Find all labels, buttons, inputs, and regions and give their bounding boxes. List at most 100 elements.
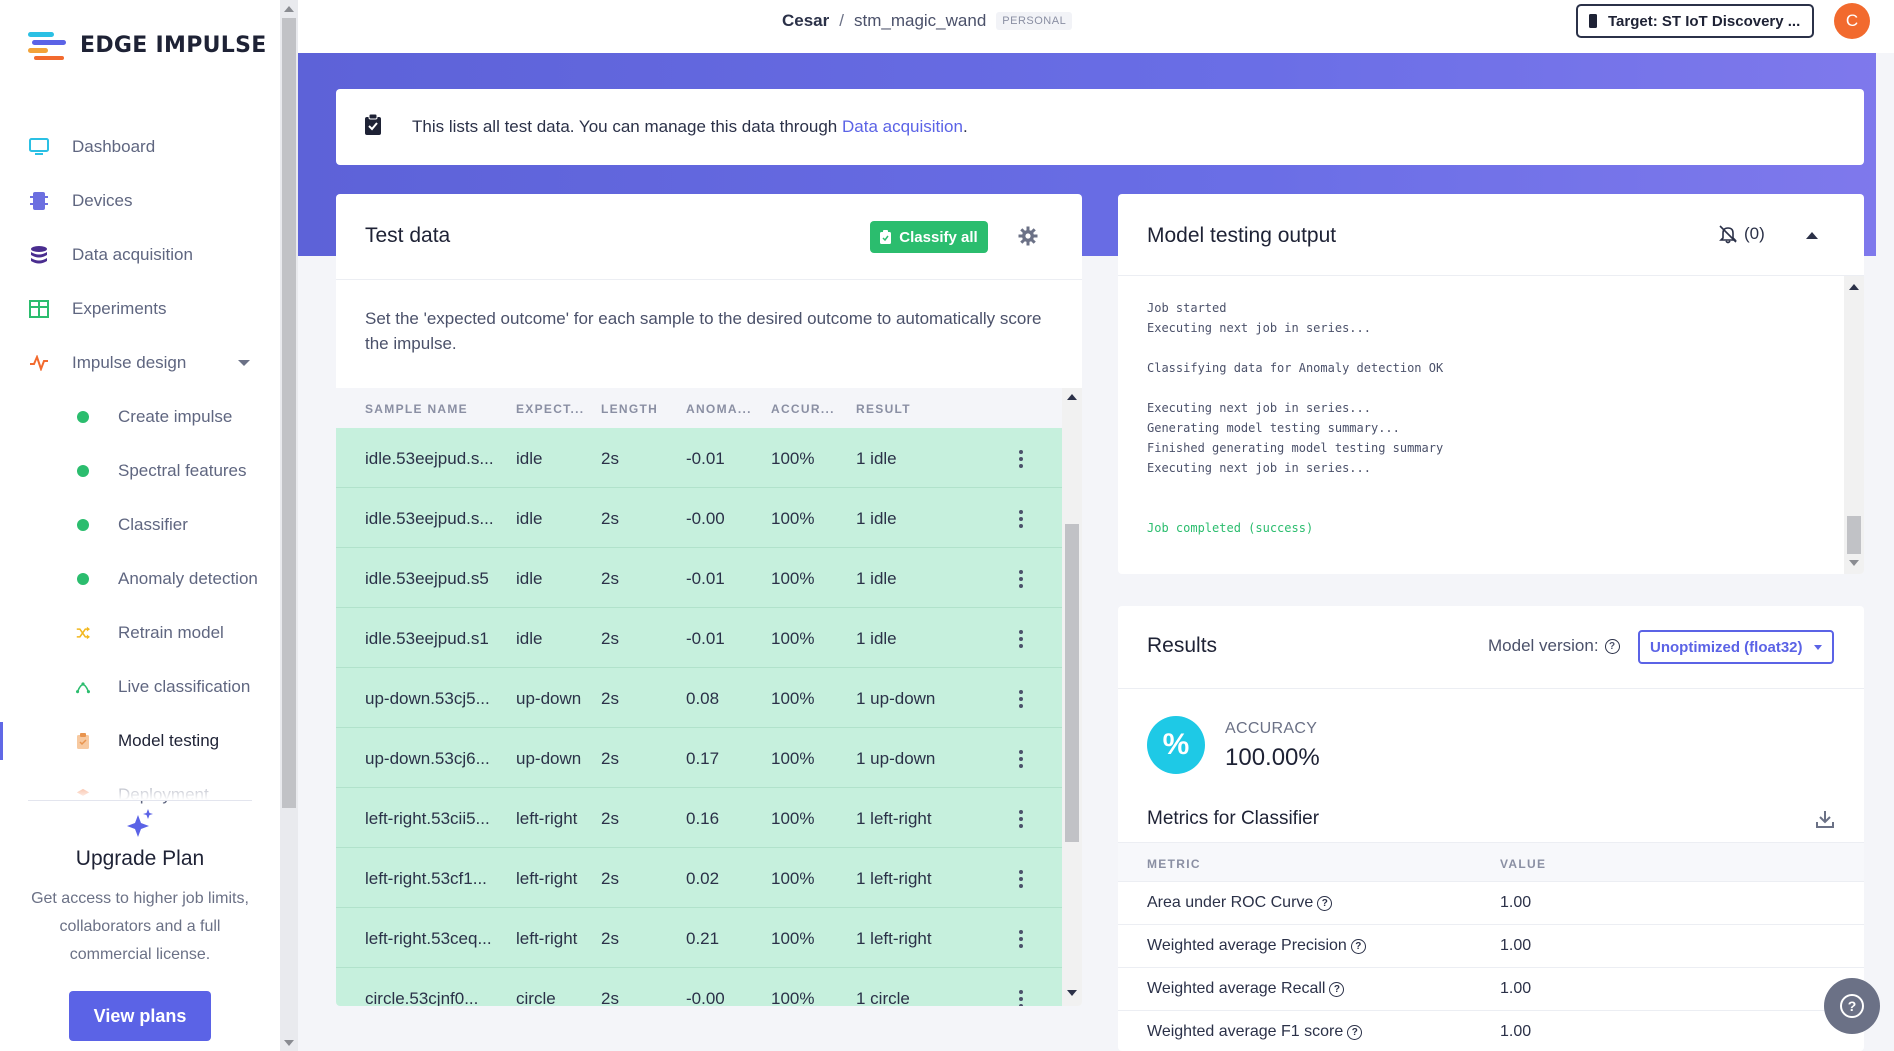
sidebar-item-model-testing[interactable]: Model testing — [0, 714, 280, 768]
model-version-select[interactable]: Unoptimized (float32) — [1638, 630, 1834, 664]
table-row[interactable]: idle.53eejpud.s... idle 2s -0.01 100% 1 idle — [336, 428, 1062, 488]
pulse-icon — [28, 352, 50, 374]
breadcrumb-user[interactable]: Cesar — [782, 11, 829, 31]
personal-badge: PERSONAL — [996, 12, 1073, 30]
kebab-menu-icon[interactable] — [1019, 870, 1023, 888]
help-icon[interactable]: ? — [1347, 1024, 1363, 1040]
avatar[interactable]: C — [1834, 3, 1870, 39]
sidebar-item-dashboard[interactable]: Dashboard — [0, 120, 280, 174]
sidebar-item-devices[interactable]: Devices — [0, 174, 280, 228]
metric-name: Weighted average Precision? — [1147, 937, 1366, 955]
scroll-down-icon[interactable] — [1849, 560, 1859, 566]
kebab-menu-icon[interactable] — [1019, 450, 1023, 468]
table-row[interactable]: left-right.53cii5... left-right 2s 0.16 100%… — [336, 788, 1062, 848]
live-icon — [76, 676, 90, 698]
status-dot-icon — [76, 406, 90, 428]
question-icon: ? — [1840, 994, 1864, 1018]
bell-off-icon — [1719, 225, 1737, 244]
table-cell: left-right.53cf1... — [365, 869, 487, 888]
table-row[interactable]: left-right.53ceq... left-right 2s 0.21 100% 1… — [336, 908, 1062, 968]
sidebar-item-experiments[interactable]: Experiments — [0, 282, 280, 336]
metric-name: Weighted average F1 score? — [1147, 1023, 1363, 1041]
table-row[interactable]: idle.53eejpud.s5 idle 2s -0.01 100% 1 idle — [336, 548, 1062, 608]
table-cell: 2s — [601, 869, 619, 888]
sidebar-item-create-impulse[interactable]: Create impulse — [0, 390, 280, 444]
kebab-menu-icon[interactable] — [1019, 990, 1023, 1006]
kebab-menu-icon[interactable] — [1019, 810, 1023, 828]
sidebar-item-retrain-model[interactable]: Retrain model — [0, 606, 280, 660]
help-icon[interactable]: ? — [1604, 638, 1620, 654]
kebab-menu-icon[interactable] — [1019, 570, 1023, 588]
table-cell: idle.53eejpud.s5 — [365, 569, 489, 588]
table-cell: left-right.53ceq... — [365, 929, 492, 948]
scroll-down-icon[interactable] — [284, 1040, 294, 1046]
table-row[interactable]: idle.53eejpud.s1 idle 2s -0.01 100% 1 idle — [336, 608, 1062, 668]
help-button[interactable]: ? — [1824, 978, 1880, 1034]
notifications-toggle[interactable]: (0) — [1718, 224, 1765, 244]
table-scrollbar-thumb[interactable] — [1065, 524, 1079, 842]
chevron-up-icon[interactable] — [1806, 232, 1818, 239]
table-cell: idle.53eejpud.s1 — [365, 629, 489, 648]
test-table-header: SAMPLE NAME EXPECT... LENGTH ANOMA... AC… — [336, 388, 1062, 428]
kebab-menu-icon[interactable] — [1019, 750, 1023, 768]
kebab-menu-icon[interactable] — [1019, 630, 1023, 648]
gear-icon[interactable] — [1018, 226, 1038, 246]
column-header[interactable]: ANOMA... — [686, 402, 752, 416]
scroll-up-icon[interactable] — [284, 6, 294, 12]
sidebar-scrollbar-thumb[interactable] — [282, 18, 296, 808]
sidebar-item-spectral-features[interactable]: Spectral features — [0, 444, 280, 498]
help-icon[interactable]: ? — [1317, 895, 1333, 911]
sidebar-item-label: Spectral features — [118, 461, 247, 480]
sidebar-item-label: Devices — [72, 191, 133, 210]
table-cell: 100% — [771, 449, 815, 468]
sidebar-item-anomaly-detection[interactable]: Anomaly detection — [0, 552, 280, 606]
table-cell: 2s — [601, 989, 619, 1006]
sidebar-item-live-classification[interactable]: Live classification — [0, 660, 280, 714]
column-header[interactable]: EXPECT... — [516, 402, 584, 416]
help-icon[interactable]: ? — [1350, 938, 1366, 954]
view-plans-button[interactable]: View plans — [69, 991, 211, 1041]
help-icon[interactable]: ? — [1329, 981, 1345, 997]
logo[interactable]: EDGE IMPULSE — [28, 30, 267, 60]
table-row[interactable]: up-down.53cj5... up-down 2s 0.08 100% 1 up-do… — [336, 668, 1062, 728]
table-row[interactable]: left-right.53cf1... left-right 2s 0.02 100% 1… — [336, 848, 1062, 908]
scroll-up-icon[interactable] — [1067, 394, 1077, 400]
table-cell: idle — [516, 569, 543, 588]
chevron-down-icon[interactable] — [238, 360, 250, 366]
table-row[interactable]: idle.53eejpud.s... idle 2s -0.00 100% 1 idle — [336, 488, 1062, 548]
table-cell: left-right.53cii5... — [365, 809, 490, 828]
sidebar-item-impulse-design[interactable]: Impulse design — [0, 336, 280, 390]
sidebar-item-classifier[interactable]: Classifier — [0, 498, 280, 552]
scroll-down-icon[interactable] — [1067, 990, 1077, 996]
top-bar: Cesar / stm_magic_wand PERSONAL Target: … — [298, 0, 1894, 53]
data-acquisition-link[interactable]: Data acquisition — [842, 117, 963, 137]
log-scrollbar-thumb[interactable] — [1847, 516, 1861, 554]
kebab-menu-icon[interactable] — [1019, 510, 1023, 528]
table-cell: 100% — [771, 509, 815, 528]
table-cell: -0.00 — [686, 989, 725, 1006]
column-header[interactable]: SAMPLE NAME — [365, 402, 468, 416]
table-cell: left-right — [516, 869, 578, 888]
table-row[interactable]: circle.53cjnf0... circle 2s -0.00 100% 1 circ… — [336, 968, 1062, 1006]
column-header[interactable]: RESULT — [856, 402, 911, 416]
monitor-icon — [28, 136, 50, 158]
kebab-menu-icon[interactable] — [1019, 930, 1023, 948]
sidebar-item-data-acquisition[interactable]: Data acquisition — [0, 228, 280, 282]
page-scrollbar[interactable] — [1876, 53, 1894, 1051]
kebab-menu-icon[interactable] — [1019, 690, 1023, 708]
target-device-button[interactable]: Target: ST IoT Discovery ... — [1576, 4, 1814, 38]
table-cell: 100% — [771, 809, 815, 828]
download-icon[interactable] — [1816, 810, 1834, 828]
column-header[interactable]: LENGTH — [601, 402, 658, 416]
table-cell: 100% — [771, 629, 815, 648]
model-version-text: Model version: — [1488, 636, 1599, 655]
table-row[interactable]: up-down.53cj6... up-down 2s 0.17 100% 1 up-do… — [336, 728, 1062, 788]
scroll-up-icon[interactable] — [1849, 284, 1859, 290]
breadcrumb-project[interactable]: stm_magic_wand — [854, 11, 986, 31]
column-header[interactable]: ACCUR... — [771, 402, 835, 416]
clipboard-icon — [880, 230, 892, 244]
classify-all-button[interactable]: Classify all — [870, 221, 988, 253]
